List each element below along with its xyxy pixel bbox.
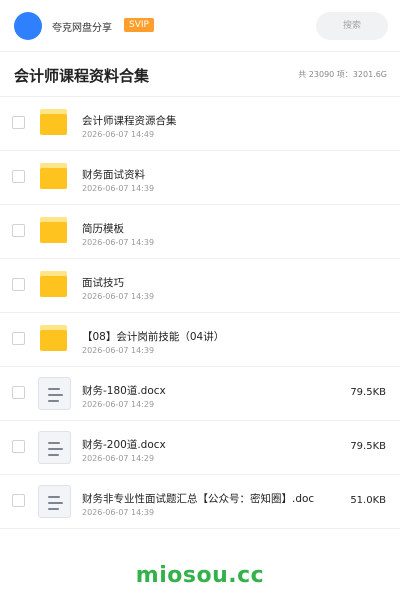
- file-date: 2026-06-07 14:39: [82, 346, 155, 355]
- folder-icon: [38, 108, 69, 139]
- title-bar: 会计师课程资料合集 共 23090 项：3201.6G: [0, 53, 400, 97]
- row-checkbox[interactable]: [12, 116, 25, 129]
- file-row[interactable]: 【08】会计岗前技能（04讲） 2026-06-07 14:39: [0, 313, 400, 367]
- row-checkbox[interactable]: [12, 224, 25, 237]
- file-name[interactable]: 财务非专业性面试题汇总【公众号：密知圈】.doc: [82, 491, 314, 506]
- file-name[interactable]: 财务-180道.docx: [82, 383, 166, 398]
- file-date: 2026-06-07 14:49: [82, 130, 155, 139]
- folder-icon: [38, 324, 69, 355]
- file-row[interactable]: 面试技巧 2026-06-07 14:39: [0, 259, 400, 313]
- file-size: 79.5KB: [350, 441, 386, 452]
- folder-icon: [38, 270, 69, 301]
- file-size: 51.0KB: [350, 495, 386, 506]
- file-name[interactable]: 简历模板: [82, 221, 124, 236]
- avatar[interactable]: [14, 12, 42, 40]
- file-row[interactable]: 财务-200道.docx 2026-06-07 14:29 79.5KB: [0, 421, 400, 475]
- document-icon: [38, 377, 71, 410]
- row-checkbox[interactable]: [12, 386, 25, 399]
- file-name[interactable]: 财务面试资料: [82, 167, 145, 182]
- file-row[interactable]: 会计师课程资源合集 2026-06-07 14:49: [0, 97, 400, 151]
- document-icon: [38, 485, 71, 518]
- folder-icon: [38, 162, 69, 193]
- row-checkbox[interactable]: [12, 278, 25, 291]
- file-date: 2026-06-07 14:39: [82, 292, 155, 301]
- file-name[interactable]: 财务-200道.docx: [82, 437, 166, 452]
- top-bar: 夸克网盘分享 SVIP: [0, 0, 400, 52]
- file-row[interactable]: 财务-180道.docx 2026-06-07 14:29 79.5KB: [0, 367, 400, 421]
- file-row[interactable]: 财务非专业性面试题汇总【公众号：密知圈】.doc 2026-06-07 14:39…: [0, 475, 400, 529]
- row-checkbox[interactable]: [12, 332, 25, 345]
- share-stats: 共 23090 项：3201.6G: [298, 70, 387, 79]
- file-size: 79.5KB: [350, 387, 386, 398]
- file-list: 会计师课程资源合集 2026-06-07 14:49 财务面试资料 2026-06-0…: [0, 97, 400, 529]
- watermark: miosou.cc: [135, 563, 265, 588]
- file-date: 2026-06-07 14:29: [82, 454, 155, 463]
- file-row[interactable]: 财务面试资料 2026-06-07 14:39: [0, 151, 400, 205]
- file-name[interactable]: 【08】会计岗前技能（04讲）: [82, 329, 224, 344]
- file-name[interactable]: 面试技巧: [82, 275, 124, 290]
- file-row[interactable]: 简历模板 2026-06-07 14:39: [0, 205, 400, 259]
- brand-name: 夸克网盘分享: [52, 23, 112, 34]
- file-name[interactable]: 会计师课程资源合集: [82, 113, 177, 128]
- file-date: 2026-06-07 14:39: [82, 184, 155, 193]
- file-date: 2026-06-07 14:39: [82, 238, 155, 247]
- row-checkbox[interactable]: [12, 440, 25, 453]
- folder-icon: [38, 216, 69, 247]
- row-checkbox[interactable]: [12, 494, 25, 507]
- page-title: 会计师课程资料合集: [14, 67, 150, 85]
- file-date: 2026-06-07 14:29: [82, 400, 155, 409]
- row-checkbox[interactable]: [12, 170, 25, 183]
- search-input[interactable]: [316, 12, 388, 40]
- document-icon: [38, 431, 71, 464]
- svip-badge: SVIP: [124, 18, 154, 32]
- file-date: 2026-06-07 14:39: [82, 508, 155, 517]
